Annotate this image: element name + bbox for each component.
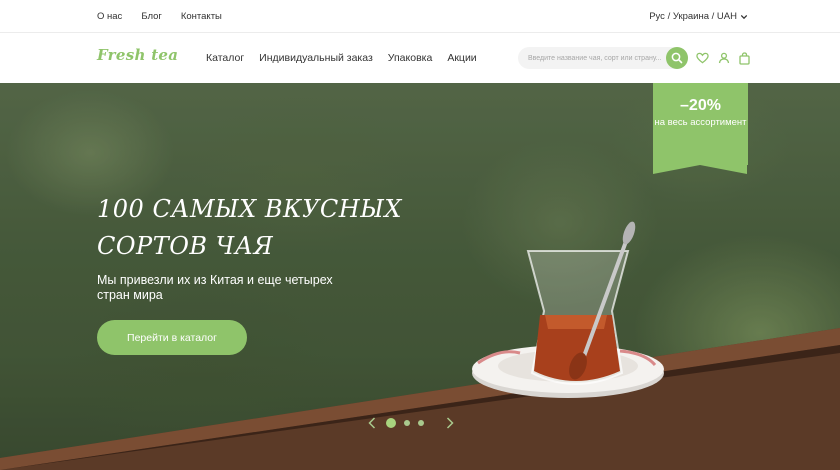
hero-title: 100 самых вкусных сортов чая (97, 191, 417, 265)
main-nav: Каталог Индивидуальный заказ Упаковка Ак… (206, 33, 477, 83)
nav-packaging[interactable]: Упаковка (388, 52, 433, 64)
locale-selector[interactable]: Рус / Украина / UAH (649, 0, 748, 33)
hero-title-line: сортов чая (97, 232, 274, 260)
slider-prev-button[interactable] (366, 416, 378, 430)
user-icon (718, 52, 730, 64)
search-button[interactable] (666, 47, 688, 69)
logo[interactable]: Fresh tea (97, 46, 178, 64)
slider-dot[interactable] (386, 418, 396, 428)
nav-catalog[interactable]: Каталог (206, 52, 244, 64)
slider-dot[interactable] (418, 420, 424, 426)
bag-icon (738, 51, 750, 65)
wishlist-button[interactable] (694, 50, 710, 66)
search-input[interactable] (518, 47, 668, 69)
slider-controls (366, 414, 456, 432)
heart-icon (695, 52, 709, 64)
nav-custom-order[interactable]: Индивидуальный заказ (259, 52, 373, 64)
chevron-right-icon (446, 417, 454, 429)
chevron-down-icon (740, 14, 748, 19)
discount-text: на весь ассортимент (654, 117, 747, 128)
top-bar: О нас Блог Контакты Рус / Украина / UAH (0, 0, 840, 33)
search-icon (671, 52, 683, 64)
top-links: О нас Блог Контакты (97, 0, 222, 33)
chevron-left-icon (368, 417, 376, 429)
slider-dot[interactable] (404, 420, 410, 426)
nav-promotions[interactable]: Акции (447, 52, 476, 64)
search-box (518, 47, 688, 69)
link-blog[interactable]: Блог (141, 11, 162, 22)
go-to-catalog-button[interactable]: Перейти в каталог (97, 320, 247, 355)
hero-subtitle: Мы привезли их из Китая и еще четырех ст… (97, 273, 333, 302)
account-button[interactable] (716, 50, 732, 66)
slider-next-button[interactable] (444, 416, 456, 430)
locale-label: Рус / Украина / UAH (649, 11, 737, 22)
hero-banner: –20% на весь ассортимент 100 самых вкусн… (0, 83, 840, 470)
main-header: Fresh tea Каталог Индивидуальный заказ У… (0, 33, 840, 83)
link-about[interactable]: О нас (97, 11, 122, 22)
discount-value: –20% (680, 97, 721, 114)
cart-button[interactable] (736, 50, 752, 66)
discount-badge: –20% на весь ассортимент (653, 83, 748, 174)
link-contacts[interactable]: Контакты (181, 11, 222, 22)
hero-title-line: 100 самых вкусных (97, 195, 402, 223)
